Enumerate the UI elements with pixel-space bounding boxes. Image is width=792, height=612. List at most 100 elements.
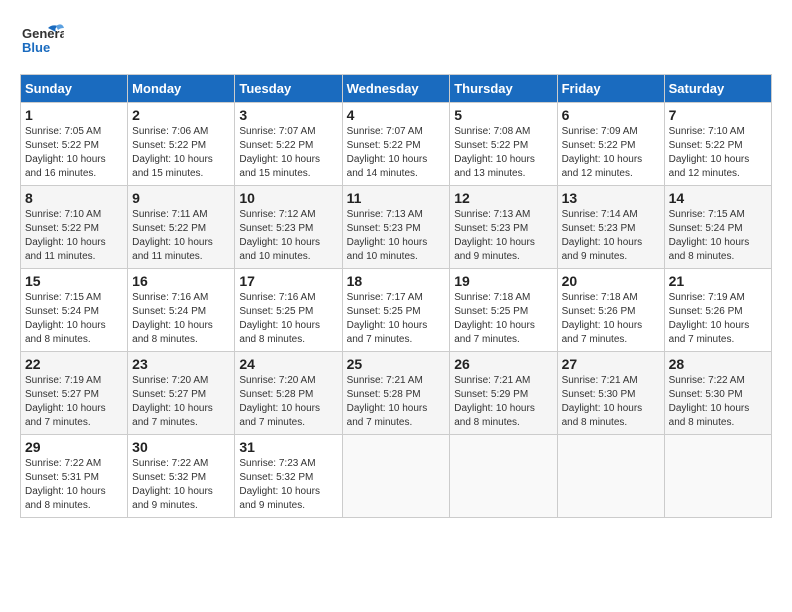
day-number: 28 bbox=[669, 356, 767, 372]
calendar-cell: 28 Sunrise: 7:22 AMSunset: 5:30 PMDayligh… bbox=[664, 352, 771, 435]
day-info: Sunrise: 7:14 AMSunset: 5:23 PMDaylight:… bbox=[562, 208, 660, 264]
calendar-cell: 25 Sunrise: 7:21 AMSunset: 5:28 PMDayligh… bbox=[342, 352, 450, 435]
day-info: Sunrise: 7:12 AMSunset: 5:23 PMDaylight:… bbox=[239, 208, 337, 264]
day-number: 5 bbox=[454, 107, 552, 123]
day-number: 24 bbox=[239, 356, 337, 372]
day-number: 18 bbox=[347, 273, 446, 289]
calendar-cell: 16 Sunrise: 7:16 AMSunset: 5:24 PMDayligh… bbox=[128, 269, 235, 352]
day-number: 11 bbox=[347, 190, 446, 206]
day-number: 7 bbox=[669, 107, 767, 123]
day-number: 31 bbox=[239, 439, 337, 455]
day-number: 9 bbox=[132, 190, 230, 206]
calendar-cell bbox=[557, 435, 664, 518]
calendar-cell: 4 Sunrise: 7:07 AMSunset: 5:22 PMDaylight… bbox=[342, 103, 450, 186]
calendar-cell: 29 Sunrise: 7:22 AMSunset: 5:31 PMDayligh… bbox=[21, 435, 128, 518]
day-number: 22 bbox=[25, 356, 123, 372]
day-number: 27 bbox=[562, 356, 660, 372]
day-info: Sunrise: 7:13 AMSunset: 5:23 PMDaylight:… bbox=[347, 208, 446, 264]
day-info: Sunrise: 7:07 AMSunset: 5:22 PMDaylight:… bbox=[347, 125, 446, 181]
calendar-cell: 10 Sunrise: 7:12 AMSunset: 5:23 PMDayligh… bbox=[235, 186, 342, 269]
day-number: 21 bbox=[669, 273, 767, 289]
calendar-table: Sunday Monday Tuesday Wednesday Thursday… bbox=[20, 74, 772, 518]
day-number: 30 bbox=[132, 439, 230, 455]
calendar-cell bbox=[342, 435, 450, 518]
calendar-cell bbox=[450, 435, 557, 518]
calendar-cell: 17 Sunrise: 7:16 AMSunset: 5:25 PMDayligh… bbox=[235, 269, 342, 352]
day-number: 17 bbox=[239, 273, 337, 289]
calendar-cell: 26Sunrise: 7:21 AMSunset: 5:29 PMDayligh… bbox=[450, 352, 557, 435]
calendar-cell: 12Sunrise: 7:13 AMSunset: 5:23 PMDayligh… bbox=[450, 186, 557, 269]
day-info: Sunrise: 7:06 AMSunset: 5:22 PMDaylight:… bbox=[132, 125, 230, 181]
calendar-cell: 24 Sunrise: 7:20 AMSunset: 5:28 PMDayligh… bbox=[235, 352, 342, 435]
day-number: 6 bbox=[562, 107, 660, 123]
day-info: Sunrise: 7:07 AMSunset: 5:22 PMDaylight:… bbox=[239, 125, 337, 181]
calendar-cell: 8 Sunrise: 7:10 AMSunset: 5:22 PMDaylight… bbox=[21, 186, 128, 269]
header-friday: Friday bbox=[557, 75, 664, 103]
day-info: Sunrise: 7:22 AMSunset: 5:31 PMDaylight:… bbox=[25, 457, 123, 513]
calendar-cell: 20 Sunrise: 7:18 AMSunset: 5:26 PMDayligh… bbox=[557, 269, 664, 352]
calendar-cell: 21 Sunrise: 7:19 AMSunset: 5:26 PMDayligh… bbox=[664, 269, 771, 352]
day-info: Sunrise: 7:18 AMSunset: 5:26 PMDaylight:… bbox=[562, 291, 660, 347]
day-info: Sunrise: 7:10 AMSunset: 5:22 PMDaylight:… bbox=[669, 125, 767, 181]
calendar-cell: 13 Sunrise: 7:14 AMSunset: 5:23 PMDayligh… bbox=[557, 186, 664, 269]
day-info: Sunrise: 7:10 AMSunset: 5:22 PMDaylight:… bbox=[25, 208, 123, 264]
header-thursday: Thursday bbox=[450, 75, 557, 103]
day-info: Sunrise: 7:21 AMSunset: 5:28 PMDaylight:… bbox=[347, 374, 446, 430]
day-info: Sunrise: 7:08 AMSunset: 5:22 PMDaylight:… bbox=[454, 125, 552, 181]
day-info: Sunrise: 7:16 AMSunset: 5:24 PMDaylight:… bbox=[132, 291, 230, 347]
calendar-cell: 23 Sunrise: 7:20 AMSunset: 5:27 PMDayligh… bbox=[128, 352, 235, 435]
calendar-cell: 15 Sunrise: 7:15 AMSunset: 5:24 PMDayligh… bbox=[21, 269, 128, 352]
day-info: Sunrise: 7:22 AMSunset: 5:32 PMDaylight:… bbox=[132, 457, 230, 513]
calendar-cell: 27 Sunrise: 7:21 AMSunset: 5:30 PMDayligh… bbox=[557, 352, 664, 435]
calendar-cell: 2 Sunrise: 7:06 AMSunset: 5:22 PMDaylight… bbox=[128, 103, 235, 186]
day-info: Sunrise: 7:23 AMSunset: 5:32 PMDaylight:… bbox=[239, 457, 337, 513]
day-number: 26 bbox=[454, 356, 552, 372]
day-number: 25 bbox=[347, 356, 446, 372]
day-number: 10 bbox=[239, 190, 337, 206]
day-info: Sunrise: 7:20 AMSunset: 5:28 PMDaylight:… bbox=[239, 374, 337, 430]
calendar-cell bbox=[664, 435, 771, 518]
header-tuesday: Tuesday bbox=[235, 75, 342, 103]
day-info: Sunrise: 7:20 AMSunset: 5:27 PMDaylight:… bbox=[132, 374, 230, 430]
page-header: General Blue bbox=[20, 20, 772, 64]
day-info: Sunrise: 7:15 AMSunset: 5:24 PMDaylight:… bbox=[25, 291, 123, 347]
day-number: 8 bbox=[25, 190, 123, 206]
day-info: Sunrise: 7:09 AMSunset: 5:22 PMDaylight:… bbox=[562, 125, 660, 181]
day-number: 19 bbox=[454, 273, 552, 289]
calendar-cell: 31 Sunrise: 7:23 AMSunset: 5:32 PMDayligh… bbox=[235, 435, 342, 518]
day-number: 15 bbox=[25, 273, 123, 289]
day-number: 29 bbox=[25, 439, 123, 455]
calendar-week-row: 8 Sunrise: 7:10 AMSunset: 5:22 PMDaylight… bbox=[21, 186, 772, 269]
day-number: 20 bbox=[562, 273, 660, 289]
day-info: Sunrise: 7:19 AMSunset: 5:27 PMDaylight:… bbox=[25, 374, 123, 430]
svg-text:Blue: Blue bbox=[22, 40, 50, 55]
header-monday: Monday bbox=[128, 75, 235, 103]
calendar-cell: 7 Sunrise: 7:10 AMSunset: 5:22 PMDaylight… bbox=[664, 103, 771, 186]
weekday-header-row: Sunday Monday Tuesday Wednesday Thursday… bbox=[21, 75, 772, 103]
day-info: Sunrise: 7:22 AMSunset: 5:30 PMDaylight:… bbox=[669, 374, 767, 430]
header-saturday: Saturday bbox=[664, 75, 771, 103]
calendar-week-row: 1 Sunrise: 7:05 AMSunset: 5:22 PMDaylight… bbox=[21, 103, 772, 186]
day-number: 12 bbox=[454, 190, 552, 206]
day-info: Sunrise: 7:11 AMSunset: 5:22 PMDaylight:… bbox=[132, 208, 230, 264]
day-info: Sunrise: 7:16 AMSunset: 5:25 PMDaylight:… bbox=[239, 291, 337, 347]
day-number: 4 bbox=[347, 107, 446, 123]
day-number: 13 bbox=[562, 190, 660, 206]
day-info: Sunrise: 7:17 AMSunset: 5:25 PMDaylight:… bbox=[347, 291, 446, 347]
day-number: 1 bbox=[25, 107, 123, 123]
logo: General Blue bbox=[20, 20, 64, 64]
day-info: Sunrise: 7:21 AMSunset: 5:30 PMDaylight:… bbox=[562, 374, 660, 430]
day-number: 16 bbox=[132, 273, 230, 289]
day-info: Sunrise: 7:05 AMSunset: 5:22 PMDaylight:… bbox=[25, 125, 123, 181]
header-sunday: Sunday bbox=[21, 75, 128, 103]
calendar-cell: 9 Sunrise: 7:11 AMSunset: 5:22 PMDaylight… bbox=[128, 186, 235, 269]
day-info: Sunrise: 7:19 AMSunset: 5:26 PMDaylight:… bbox=[669, 291, 767, 347]
calendar-cell: 19Sunrise: 7:18 AMSunset: 5:25 PMDayligh… bbox=[450, 269, 557, 352]
calendar-week-row: 22 Sunrise: 7:19 AMSunset: 5:27 PMDayligh… bbox=[21, 352, 772, 435]
day-number: 14 bbox=[669, 190, 767, 206]
calendar-cell: 14Sunrise: 7:15 AMSunset: 5:24 PMDayligh… bbox=[664, 186, 771, 269]
calendar-cell: 18 Sunrise: 7:17 AMSunset: 5:25 PMDayligh… bbox=[342, 269, 450, 352]
day-number: 2 bbox=[132, 107, 230, 123]
calendar-cell: 30 Sunrise: 7:22 AMSunset: 5:32 PMDayligh… bbox=[128, 435, 235, 518]
day-number: 23 bbox=[132, 356, 230, 372]
